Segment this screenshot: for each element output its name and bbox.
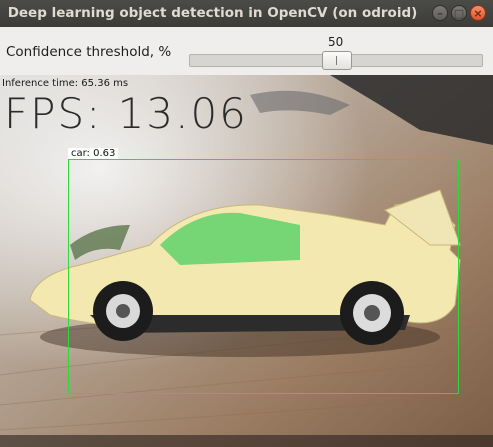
- threshold-slider-handle[interactable]: [322, 51, 352, 70]
- threshold-label: Confidence threshold, %: [6, 44, 172, 60]
- fps-readout: FPS: 13.06: [4, 89, 248, 138]
- detection-label: car: 0.63: [68, 148, 119, 159]
- camera-view: Inference time: 65.36 ms FPS: 13.06 car:…: [0, 75, 493, 447]
- minimize-button[interactable]: –: [432, 5, 448, 21]
- threshold-value: 50: [328, 35, 344, 49]
- controls-panel: Confidence threshold, % 50: [0, 27, 493, 75]
- inference-time-text: Inference time: 65.36 ms: [2, 78, 129, 89]
- window-titlebar[interactable]: Deep learning object detection in OpenCV…: [0, 0, 493, 27]
- app-window: Deep learning object detection in OpenCV…: [0, 0, 493, 447]
- window-title: Deep learning object detection in OpenCV…: [7, 5, 418, 21]
- close-button[interactable]: ×: [470, 5, 486, 21]
- detection-bounding-box: [68, 159, 459, 394]
- maximize-button[interactable]: □: [451, 5, 467, 21]
